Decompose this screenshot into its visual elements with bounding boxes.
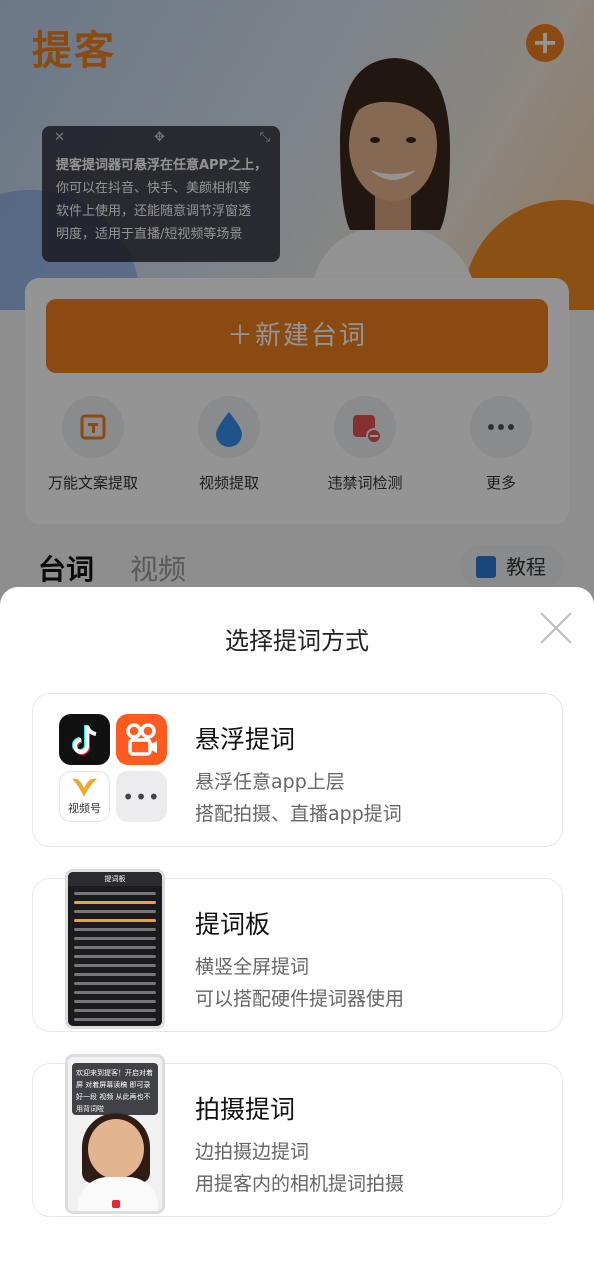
- camera-prompter-preview: 欢迎来到提客！开启对着屏 对着屏幕读稿 即可录好一段 视频 从此再也不用背词啦: [65, 1054, 165, 1214]
- option-prompter-board[interactable]: 提词板 提词板 横竖全屏提词 可以搭配硬件提词器使用: [32, 869, 563, 1032]
- option-camera-prompter[interactable]: 欢迎来到提客！开启对着屏 对着屏幕读稿 即可录好一段 视频 从此再也不用背词啦 …: [32, 1054, 563, 1217]
- app-icons-grid: 视频号 •••: [59, 714, 171, 826]
- select-mode-sheet: 选择提词方式 视频号 ••• 悬浮提词 悬浮任意app上层 搭配拍摄、直播app…: [0, 587, 594, 1280]
- wechat-channels-icon: 视频号: [59, 771, 110, 822]
- prompter-board-preview: 提词板: [65, 869, 165, 1029]
- close-icon[interactable]: [538, 609, 574, 645]
- douyin-icon: [59, 714, 110, 765]
- more-apps-icon: •••: [116, 771, 167, 822]
- sheet-title: 选择提词方式: [225, 627, 369, 655]
- option-floating-prompter[interactable]: 视频号 ••• 悬浮提词 悬浮任意app上层 搭配拍摄、直播app提词: [32, 693, 563, 847]
- record-icon: [112, 1200, 120, 1208]
- kuaishou-icon: [116, 714, 167, 765]
